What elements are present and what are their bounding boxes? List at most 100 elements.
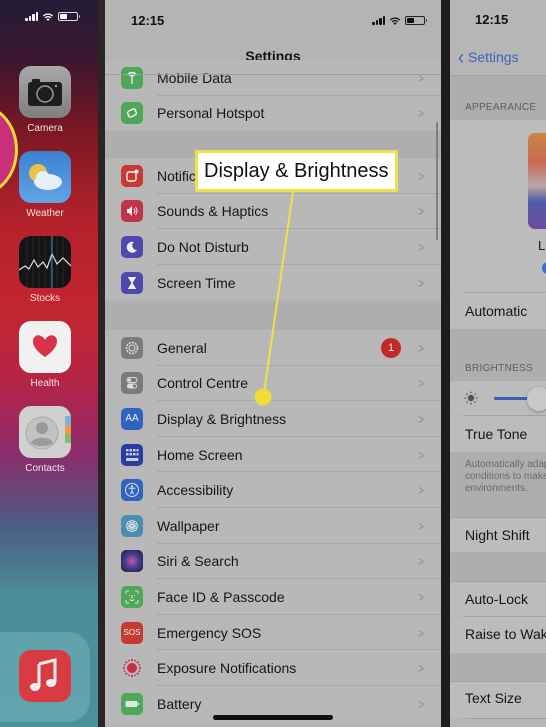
status-bar: 12:15 [131,12,427,28]
siri-icon [121,550,143,573]
wifi-icon [42,13,54,21]
row-label: Personal Hotspot [157,105,265,122]
raise-to-wake-label: Raise to Wake [465,626,546,642]
section-gap [105,301,441,330]
row-label: Sounds & Haptics [157,203,269,220]
moon-icon [121,235,143,258]
stocks-icon [19,236,71,288]
settings-row-face-id-passcode[interactable]: Face ID & Passcode > [105,579,441,615]
row-label: Exposure Notifications [157,660,297,677]
music-icon [19,650,71,702]
row-label: Do Not Disturb [157,238,249,255]
notifications-icon [121,164,143,187]
chevron-right-icon: > [418,482,424,499]
app-label: Stocks [29,293,60,304]
panel-divider [98,0,105,727]
highlight-circle [0,104,18,196]
grid-icon [121,443,143,466]
row-label: Accessibility [157,482,234,499]
app-label: Contacts [25,463,65,474]
text-size-row[interactable]: Text Size [450,682,546,718]
settings-row-personal-hotspot[interactable]: Personal Hotspot > [105,95,441,132]
app-health[interactable]: Health [19,321,71,389]
home-status-bar [25,12,80,21]
battery-icon [121,692,143,715]
row-label: Face ID & Passcode [157,588,285,605]
home-screen: Camera Weather Stocks Health Contacts [0,0,98,727]
camera-icon [19,66,71,118]
callout-label: Display & Brightness [195,150,398,192]
row-label: Emergency SOS [157,624,262,641]
antenna-icon [121,66,143,89]
brightness-slider-row [450,381,546,415]
night-shift-label: Night Shift [465,527,530,543]
app-label: Health [30,378,60,389]
battery-status-icon [405,15,427,25]
row-label: Siri & Search [157,553,239,570]
automatic-row[interactable]: Automatic [450,293,546,329]
true-tone-row[interactable]: True Tone [450,416,546,452]
settings-row-screen-time[interactable]: Screen Time > [105,264,441,301]
row-label: Battery [157,695,202,712]
chevron-right-icon: > [418,517,424,534]
nav-bar-divider [105,74,441,75]
home-indicator[interactable] [213,715,333,720]
accessibility-icon [121,479,143,502]
row-label: Display & Brightness [157,410,287,427]
health-icon [19,321,71,373]
brightness-slider-knob[interactable] [527,387,546,411]
row-label: Wallpaper [157,517,220,534]
notification-badge: 1 [381,337,401,358]
light-mode-radio[interactable] [542,262,546,274]
chevron-right-icon: > [418,624,424,641]
section-gap [450,653,546,681]
sun-small-icon [464,391,478,405]
app-camera[interactable]: Camera [19,66,71,134]
scrollbar[interactable] [435,122,438,240]
contacts-icon [19,406,71,458]
automatic-label: Automatic [465,303,528,319]
raise-to-wake-row[interactable]: Raise to Wake [450,617,546,653]
row-label: Control Centre [157,375,249,392]
row-label: Home Screen [157,446,243,463]
chevron-right-icon: > [418,660,424,677]
chevron-right-icon: > [418,553,424,570]
auto-lock-row[interactable]: Auto-Lock [450,582,546,616]
status-time: 12:15 [131,12,165,28]
app-stocks[interactable]: Stocks [19,236,71,304]
back-button[interactable]: ‹ Settings [458,46,519,68]
settings-row-home-screen[interactable]: Home Screen > [105,436,441,473]
settings-row-control-centre[interactable]: Control Centre > [105,365,441,402]
brightness-header: BRIGHTNESS [465,363,534,374]
display-brightness-screen: 12:15 ‹ Settings APPEARANCE Light Automa… [450,0,546,727]
battery-status-icon [58,12,80,21]
night-shift-row[interactable]: Night Shift [450,518,546,552]
settings-row-wallpaper[interactable]: Wallpaper > [105,507,441,544]
chevron-right-icon: > [418,375,424,392]
light-mode-preview[interactable] [528,133,546,229]
settings-row-exposure-notifications[interactable]: Exposure Notifications > [105,650,441,686]
appearance-header: APPEARANCE [465,102,537,113]
light-mode-label: Light [538,238,546,253]
settings-row-sounds-haptics[interactable]: Sounds & Haptics > [105,193,441,230]
chevron-right-icon: > [418,69,424,86]
status-time: 12:15 [475,12,509,27]
settings-row-emergency-sos[interactable]: SOS Emergency SOS > [105,614,441,651]
settings-row-general[interactable]: General 1 > [105,330,441,366]
settings-row-siri-search[interactable]: Siri & Search > [105,543,441,580]
settings-row-accessibility[interactable]: Accessibility > [105,472,441,508]
row-label: General [157,339,207,356]
true-tone-label: True Tone [465,426,528,442]
text-size-label: Text Size [465,690,522,706]
app-weather[interactable]: Weather [19,151,71,219]
chevron-right-icon: > [418,238,424,255]
appearance-cell: Light [450,120,546,292]
settings-row-display-brightness[interactable]: AA Display & Brightness > [105,401,441,437]
gear-icon [121,336,143,359]
speaker-icon [121,200,143,223]
settings-row-mobile-data[interactable]: Mobile Data > [105,60,441,96]
app-music[interactable] [19,650,71,702]
app-contacts[interactable]: Contacts [19,406,71,474]
settings-row-do-not-disturb[interactable]: Do Not Disturb > [105,229,441,265]
settings-group-connectivity: Mobile Data > Personal Hotspot > [105,60,441,132]
